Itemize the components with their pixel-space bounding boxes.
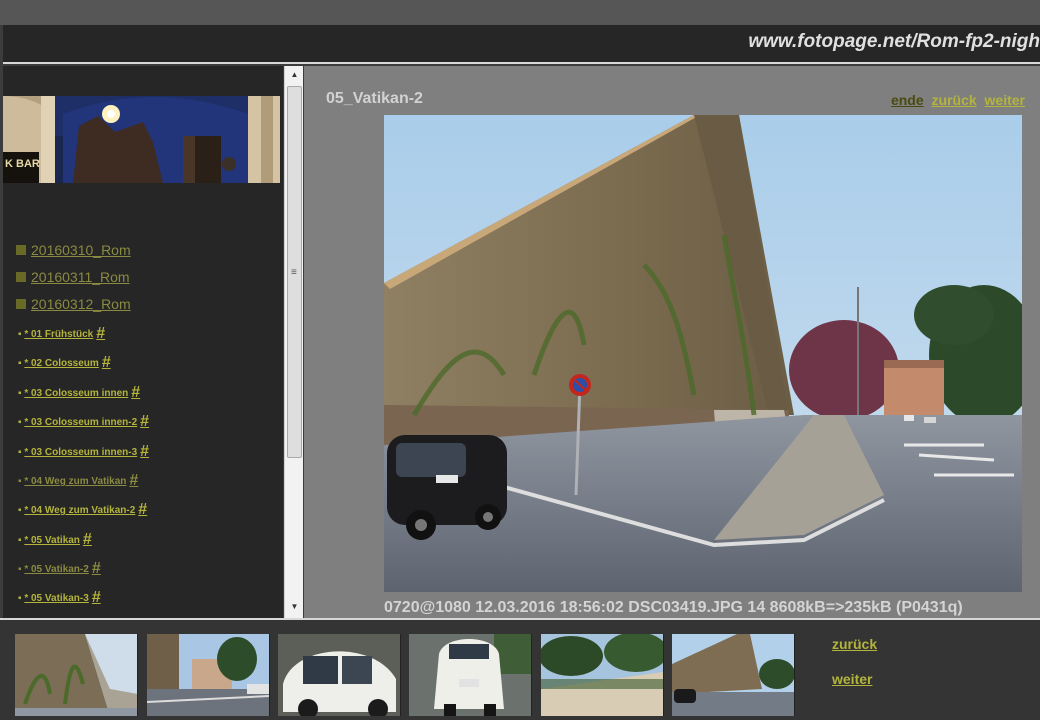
thumbnail-bar: zurück weiter <box>0 620 1040 720</box>
folder-link[interactable]: 20160310_Rom <box>16 242 131 258</box>
sidebar-header-photo[interactable]: K BAR <box>3 96 280 183</box>
album-link[interactable]: * 04 Weg zum Vatikan <box>24 476 126 487</box>
album-link[interactable]: * 05 Vatikan <box>24 535 80 546</box>
folder-link[interactable]: 20160312_Rom <box>16 296 131 312</box>
album-item[interactable]: ▪ * 05 Vatikan # <box>18 531 92 549</box>
album-link[interactable]: * 03 Colosseum innen <box>24 388 128 399</box>
folder-link[interactable]: 20160311_Rom <box>16 269 130 285</box>
anchor-link[interactable]: # <box>96 325 105 342</box>
album-link[interactable]: * 02 Colosseum <box>24 358 98 369</box>
album-link[interactable]: * 01 Frühstück <box>24 329 93 340</box>
sidebar-frame: K BAR 20160310_Rom 20160311_Rom 20160312… <box>3 66 283 618</box>
photo-nav: ende zurück weiter <box>887 92 1025 108</box>
thumbnail[interactable] <box>541 634 664 716</box>
album-item[interactable]: ▪ * 03 Colosseum innen-2 # <box>18 413 149 431</box>
album-item[interactable]: ▪ * 05 Vatikan-3 # <box>18 589 101 607</box>
weiter-link[interactable]: weiter <box>985 92 1025 108</box>
anchor-link[interactable]: # <box>140 443 149 460</box>
anchor-link[interactable]: # <box>92 560 101 577</box>
anchor-link[interactable]: # <box>129 472 138 489</box>
album-link[interactable]: * 04 Weg zum Vatikan-2 <box>24 505 135 516</box>
svg-text:K BAR: K BAR <box>5 158 40 170</box>
album-item[interactable]: ▪ * 02 Colosseum # <box>18 354 111 372</box>
folder-square-icon <box>16 299 26 309</box>
photo-caption: 0720@1080 12.03.2016 18:56:02 DSC03419.J… <box>384 599 963 616</box>
photo-title: 05_Vatikan-2 <box>326 90 423 107</box>
thumbnail[interactable] <box>15 634 138 716</box>
scroll-up-icon[interactable]: ▲ <box>285 67 304 83</box>
album-item[interactable]: ▪ * 04 Weg zum Vatikan-2 # <box>18 501 147 519</box>
anchor-link[interactable]: # <box>131 384 140 401</box>
folder-square-icon <box>16 245 26 255</box>
album-link[interactable]: * 05 Vatikan-2 <box>24 564 88 575</box>
album-item[interactable]: ▪ * 03 Colosseum innen # <box>18 384 140 402</box>
grip-icon: ≡ <box>291 267 297 278</box>
album-item[interactable]: ▪ * 04 Weg zum Vatikan # <box>18 472 138 490</box>
album-link[interactable]: * 03 Colosseum innen-2 <box>24 417 137 428</box>
album-link[interactable]: * 03 Colosseum innen-3 <box>24 447 137 458</box>
anchor-link[interactable]: # <box>102 354 111 371</box>
anchor-link[interactable]: # <box>83 531 92 548</box>
thumbnail[interactable] <box>409 634 532 716</box>
folder-square-icon <box>16 272 26 282</box>
album-item[interactable]: ▪ * 01 Frühstück # <box>18 325 105 343</box>
anchor-link[interactable]: # <box>140 413 149 430</box>
top-strip <box>0 0 1040 25</box>
scroll-down-icon[interactable]: ▼ <box>285 599 304 615</box>
album-item[interactable]: ▪ * 03 Colosseum innen-3 # <box>18 443 149 461</box>
album-item[interactable]: ▪ * 05 Vatikan-2 # <box>18 560 101 578</box>
ende-link[interactable]: ende <box>891 92 924 108</box>
thumbnail[interactable] <box>672 634 795 716</box>
anchor-link[interactable]: # <box>92 589 101 606</box>
thumbnail[interactable] <box>147 634 270 716</box>
scrollbar-thumb[interactable]: ≡ <box>287 86 302 458</box>
bottom-weiter-link[interactable]: weiter <box>832 671 872 687</box>
main-photo[interactable] <box>384 115 1022 592</box>
anchor-link[interactable]: # <box>138 501 147 518</box>
thumbnail[interactable] <box>278 634 401 716</box>
bottom-zurueck-link[interactable]: zurück <box>832 636 877 652</box>
sidebar-scrollbar[interactable]: ▲ ≡ ▼ <box>284 66 303 618</box>
site-title: www.fotopage.net/Rom-fp2-nigh <box>748 31 1040 52</box>
zurueck-link[interactable]: zurück <box>932 92 977 108</box>
header-bar: www.fotopage.net/Rom-fp2-nigh <box>3 25 1040 64</box>
main-panel: 05_Vatikan-2 ende zurück weiter 0720@108… <box>304 66 1040 618</box>
album-link[interactable]: * 05 Vatikan-3 <box>24 593 88 604</box>
